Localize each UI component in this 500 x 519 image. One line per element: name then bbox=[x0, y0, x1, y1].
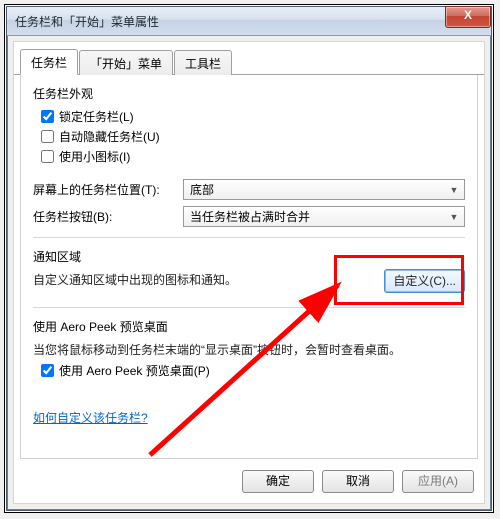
lock-taskbar-row[interactable]: 锁定任务栏(L) bbox=[41, 108, 465, 125]
aero-peek-desc: 当您将鼠标移动到任务栏末端的“显示桌面”按钮时，会暂时查看桌面。 bbox=[33, 341, 465, 359]
close-icon: X bbox=[464, 8, 472, 22]
titlebar[interactable]: 任务栏和「开始」菜单属性 X bbox=[7, 7, 491, 36]
position-row: 屏幕上的任务栏位置(T): 底部 ▼ bbox=[33, 179, 465, 200]
group-appearance-title: 任务栏外观 bbox=[33, 85, 465, 102]
small-icons-checkbox[interactable] bbox=[41, 150, 54, 163]
autohide-row[interactable]: 自动隐藏任务栏(U) bbox=[41, 128, 465, 145]
chevron-down-icon: ▼ bbox=[446, 185, 462, 195]
chevron-down-icon: ▼ bbox=[446, 212, 462, 222]
aero-peek-checkbox[interactable] bbox=[41, 364, 54, 377]
buttons-combo[interactable]: 当任务栏被占满时合并 ▼ bbox=[183, 206, 465, 227]
tab-strip: 任务栏 「开始」菜单 工具栏 bbox=[14, 48, 484, 75]
separator bbox=[33, 307, 465, 308]
lock-taskbar-checkbox[interactable] bbox=[41, 110, 54, 123]
aero-peek-title: 使用 Aero Peek 预览桌面 bbox=[33, 318, 465, 335]
lock-taskbar-label: 锁定任务栏(L) bbox=[59, 108, 134, 125]
ok-button[interactable]: 确定 bbox=[242, 470, 314, 493]
apply-button[interactable]: 应用(A) bbox=[402, 470, 474, 493]
tab-toolbars[interactable]: 工具栏 bbox=[174, 50, 232, 75]
autohide-label: 自动隐藏任务栏(U) bbox=[59, 128, 160, 145]
autohide-checkbox[interactable] bbox=[41, 130, 54, 143]
group-aero-peek: 使用 Aero Peek 预览桌面 当您将鼠标移动到任务栏末端的“显示桌面”按钮… bbox=[33, 318, 465, 379]
tab-start-menu[interactable]: 「开始」菜单 bbox=[79, 50, 173, 75]
buttons-row: 任务栏按钮(B): 当任务栏被占满时合并 ▼ bbox=[33, 206, 465, 227]
tab-page-taskbar: 任务栏外观 锁定任务栏(L) 自动隐藏任务栏(U) 使用小图标(I) 屏幕上的任… bbox=[20, 75, 478, 459]
client-area: 任务栏 「开始」菜单 工具栏 任务栏外观 锁定任务栏(L) 自动隐藏任务栏(U)… bbox=[13, 41, 485, 504]
position-value: 底部 bbox=[190, 181, 214, 198]
position-combo[interactable]: 底部 ▼ bbox=[183, 179, 465, 200]
separator bbox=[33, 237, 465, 238]
notification-desc: 自定义通知区域中出现的图标和通知。 自定义(C)... bbox=[33, 271, 465, 289]
cancel-button[interactable]: 取消 bbox=[322, 470, 394, 493]
properties-dialog: 任务栏和「开始」菜单属性 X 任务栏 「开始」菜单 工具栏 任务栏外观 锁定任务… bbox=[6, 6, 492, 511]
window-title: 任务栏和「开始」菜单属性 bbox=[15, 13, 159, 30]
help-link[interactable]: 如何自定义该任务栏? bbox=[33, 409, 148, 426]
aero-peek-row[interactable]: 使用 Aero Peek 预览桌面(P) bbox=[41, 362, 465, 379]
buttons-value: 当任务栏被占满时合并 bbox=[190, 208, 310, 225]
group-appearance: 任务栏外观 锁定任务栏(L) 自动隐藏任务栏(U) 使用小图标(I) bbox=[33, 85, 465, 165]
tab-taskbar[interactable]: 任务栏 bbox=[20, 49, 78, 75]
aero-peek-label: 使用 Aero Peek 预览桌面(P) bbox=[59, 362, 210, 379]
customize-button[interactable]: 自定义(C)... bbox=[384, 269, 465, 293]
dialog-button-bar: 确定 取消 应用(A) bbox=[242, 470, 474, 493]
notification-title: 通知区域 bbox=[33, 248, 465, 265]
group-notification: 通知区域 自定义通知区域中出现的图标和通知。 自定义(C)... bbox=[33, 248, 465, 293]
small-icons-label: 使用小图标(I) bbox=[59, 148, 130, 165]
close-button[interactable]: X bbox=[445, 6, 491, 28]
buttons-label: 任务栏按钮(B): bbox=[33, 208, 183, 225]
position-label: 屏幕上的任务栏位置(T): bbox=[33, 181, 183, 198]
small-icons-row[interactable]: 使用小图标(I) bbox=[41, 148, 465, 165]
